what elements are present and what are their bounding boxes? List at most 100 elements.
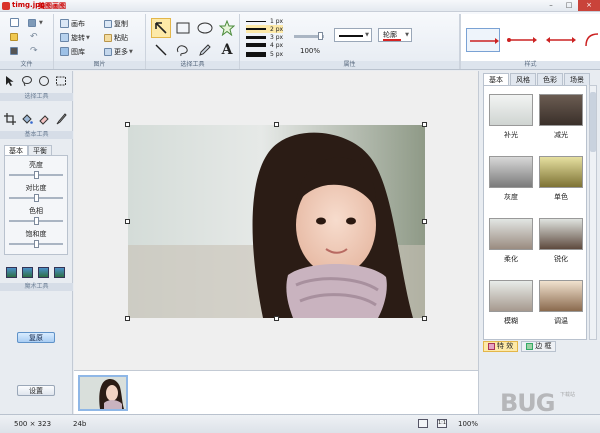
new-file-button[interactable] [10,17,21,28]
ellipse-select-tool[interactable] [38,75,50,87]
pencil-tool-button[interactable] [195,40,215,60]
tab-effects[interactable]: 特 效 [483,341,519,352]
line-width-2[interactable]: 2 px [246,25,284,33]
arrow-style-1[interactable] [466,28,500,52]
photo-portrait [128,125,425,318]
fit-window-icon[interactable] [418,419,428,428]
scrollbar-thumb[interactable] [590,92,596,152]
line-width-3[interactable]: 3 px [246,33,283,41]
star-tool-button[interactable] [217,18,237,38]
magic-tool-4[interactable] [54,267,65,278]
rect-select-tool[interactable] [55,75,67,87]
minimize-button[interactable]: – [542,0,560,11]
line-tool-button[interactable] [151,40,171,60]
undo-button[interactable]: ↶ [30,31,38,42]
tab-basic-adjust[interactable]: 基本 [4,145,28,155]
saturation-slider-thumb[interactable] [34,240,39,248]
line-style-dropdown[interactable]: ▼ [334,28,372,42]
rect-select-icon [56,76,66,86]
open-button[interactable] [10,31,20,42]
arrow-style-3[interactable] [544,28,578,52]
resize-handle-e[interactable] [422,219,427,224]
opacity-slider-thumb[interactable] [318,32,323,40]
saturation-slider[interactable] [9,240,63,248]
resize-handle-se[interactable] [422,316,427,321]
paste-icon [104,33,112,42]
tab-basic[interactable]: 基本 [483,73,509,85]
effect-grayscale[interactable]: 灰度 [488,156,534,214]
effects-grid: 补光 减光 灰度 单色 柔化 锐化 模糊 调温 [483,85,587,340]
close-button[interactable]: × [578,0,600,11]
arrow-tool-button[interactable] [151,18,171,38]
tab-balance[interactable]: 平衡 [28,145,52,155]
canvas-button[interactable]: 画布 [60,18,85,29]
hue-slider-thumb[interactable] [34,217,39,225]
fill-tool[interactable] [21,113,33,125]
save-button[interactable]: ▼ [28,17,43,28]
line-width-5[interactable]: 5 px [246,50,283,58]
crop-tool[interactable] [4,113,16,125]
effect-preview [489,156,533,188]
resize-handle-w[interactable] [125,219,130,224]
actual-size-icon[interactable]: 1:1 [437,419,447,428]
filmstrip-thumbnail[interactable] [78,375,128,411]
effect-fill-light[interactable]: 补光 [488,94,534,152]
settings-button[interactable]: 设置 [17,385,55,396]
resize-handle-s[interactable] [274,316,279,321]
contrast-slider-thumb[interactable] [34,194,39,202]
double-arrow-icon [507,37,537,43]
effects-scrollbar[interactable] [589,85,597,340]
arrow-style-2[interactable] [505,28,539,52]
print-button[interactable] [10,45,20,56]
text-tool-button[interactable]: A [217,40,237,60]
more-button[interactable]: 更多 ▼ [104,46,133,57]
resize-handle-n[interactable] [274,122,279,127]
arrow-style-4[interactable] [582,28,600,52]
tab-scene[interactable]: 场景 [564,73,590,85]
canvas-area[interactable] [74,71,478,370]
redo-button[interactable]: ↷ [30,45,38,56]
line-width-1[interactable]: 1 px [246,17,283,25]
magic-tool-3[interactable] [38,267,49,278]
line-width-4[interactable]: 4 px [246,41,283,49]
copy-label: 复制 [114,19,128,28]
brightness-slider-thumb[interactable] [34,171,39,179]
tab-style[interactable]: 风格 [510,73,536,85]
effect-monochrome[interactable]: 单色 [538,156,584,214]
resize-handle-sw[interactable] [125,316,130,321]
move-tool[interactable] [4,75,16,87]
tab-border[interactable]: 边 框 [521,341,557,352]
effect-blur[interactable]: 模糊 [488,280,534,338]
resize-handle-nw[interactable] [125,122,130,127]
restore-button[interactable]: 复原 [17,332,55,343]
opacity-slider[interactable] [294,32,324,40]
effect-label: 柔化 [504,255,518,263]
magic-tool-1[interactable] [6,267,17,278]
effect-temperature[interactable]: 调温 [538,280,584,338]
brightness-slider[interactable] [9,171,63,179]
basic-tools-label: 基本工具 [0,131,73,139]
maximize-button[interactable]: □ [560,0,578,11]
rotate-button[interactable]: 旋转 ▼ [60,32,90,43]
brush-tool[interactable] [55,113,67,125]
eraser-tool[interactable] [38,113,50,125]
lasso-select-tool[interactable] [21,75,33,87]
contrast-slider[interactable] [9,194,63,202]
effect-dim-light[interactable]: 减光 [538,94,584,152]
effect-sharpen[interactable]: 锐化 [538,218,584,276]
outline-dropdown[interactable]: 轮廓 ▼ [378,28,412,42]
border-icon [526,343,534,350]
hue-slider[interactable] [9,217,63,225]
ellipse-tool-button[interactable] [195,18,215,38]
resize-handle-ne[interactable] [422,122,427,127]
library-button[interactable]: 图库 [60,46,85,57]
lasso-tool-button[interactable] [173,40,193,60]
magic-tool-2[interactable] [22,267,33,278]
copy-button[interactable]: 复制 [104,18,128,29]
photo-image[interactable] [128,125,425,318]
arrow-right-icon [470,38,499,44]
rectangle-tool-button[interactable] [173,18,193,38]
tab-color[interactable]: 色彩 [537,73,563,85]
effect-soften[interactable]: 柔化 [488,218,534,276]
paste-button[interactable]: 粘贴 [104,32,128,43]
